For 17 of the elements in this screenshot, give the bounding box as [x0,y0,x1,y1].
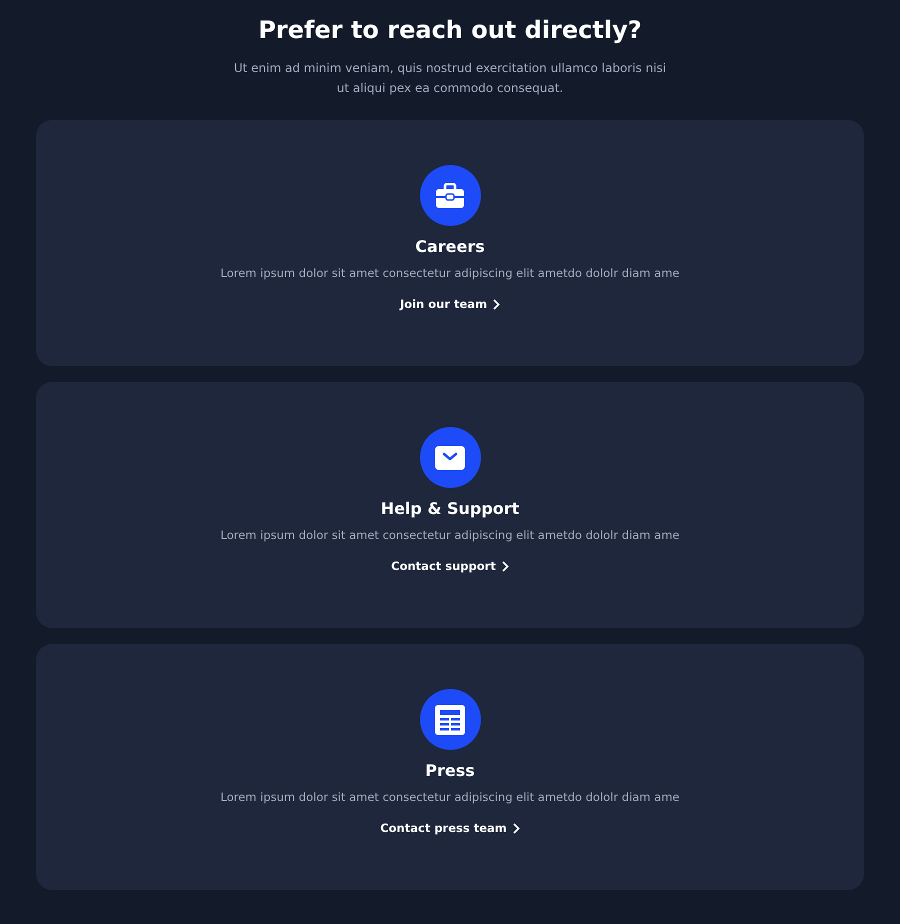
card-description: Lorem ipsum dolor sit amet consectetur adipiscing elit ametdo dololr diam ame [220,265,680,282]
document-icon [435,704,465,734]
card-title: Help & Support [380,498,520,520]
card-link[interactable]: Join our team [400,295,500,313]
card-link[interactable]: Contact support [391,557,509,575]
chevron-right-icon [493,298,500,310]
envelope-icon [435,446,465,470]
page-title: Prefer to reach out directly? [258,15,642,46]
card-title: Careers [415,236,485,258]
card-description: Lorem ipsum dolor sit amet consectetur adipiscing elit ametdo dololr diam ame [220,789,680,806]
card-title: Press [425,760,475,782]
card-description: Lorem ipsum dolor sit amet consectetur adipiscing elit ametdo dololr diam ame [220,527,680,544]
chevron-right-icon [512,822,520,834]
briefcase-icon [435,182,465,208]
card-link[interactable]: Contact press team [380,819,520,837]
page-subtitle: Ut enim ad minim veniam, quis nostrud exercitation ullamco laboris nisi ut aliqui pex ea commodo consequat. [232,60,668,97]
chevron-right-icon [502,560,509,572]
